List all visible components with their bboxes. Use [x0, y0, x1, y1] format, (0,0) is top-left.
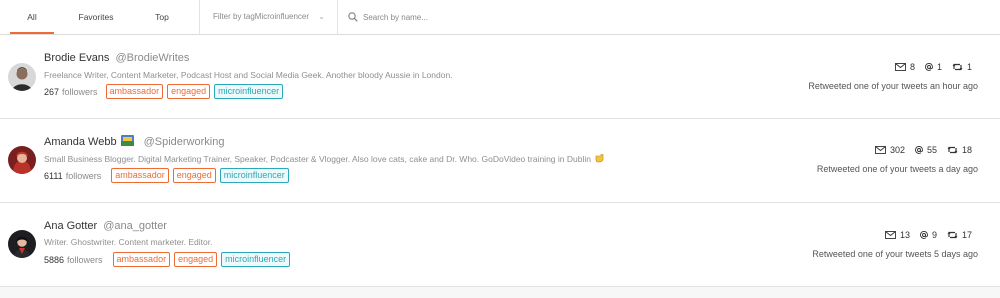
list-item[interactable]: Brodie Evans @BrodieWrites Freelance Writ…	[0, 35, 1000, 119]
avatar	[8, 63, 36, 91]
tag-badge[interactable]: engaged	[167, 84, 211, 99]
user-bio: Writer. Ghostwriter. Content marketer. E…	[44, 237, 213, 247]
retweet-icon	[952, 63, 963, 71]
retweet-icon	[947, 231, 958, 239]
user-bio: Freelance Writer, Content Marketer, Podc…	[44, 70, 453, 80]
engagement-stats: 8 1 1	[885, 62, 972, 72]
tab-favorites[interactable]: Favorites	[64, 0, 128, 34]
user-bio: Small Business Blogger. Digital Marketin…	[44, 153, 605, 164]
engagement-stats: 13 9 17	[875, 230, 972, 240]
search-box	[339, 0, 639, 34]
retweets-stat: 1	[952, 62, 972, 72]
follower-count: 267	[44, 86, 60, 97]
tag-badge[interactable]: microinfluencer	[219, 168, 289, 183]
retweets-count: 17	[961, 230, 972, 240]
filter-label: Filter by tag	[213, 12, 255, 21]
user-handle[interactable]: @ana_gotter	[103, 220, 167, 232]
envelope-icon	[874, 146, 886, 154]
user-handle[interactable]: @Spiderworking	[144, 136, 225, 148]
search-input[interactable]	[363, 8, 623, 26]
flag-icon	[120, 135, 134, 146]
search-icon	[348, 12, 358, 22]
user-name-line: Amanda Webb @Spiderworking	[44, 135, 224, 148]
followers-label: followers	[65, 170, 102, 181]
mentions-stat: 55	[915, 145, 937, 155]
chevron-down-icon: ⌄	[318, 12, 325, 21]
follower-count: 5886	[44, 254, 65, 265]
envelope-icon	[895, 63, 906, 71]
user-list: Brodie Evans @BrodieWrites Freelance Writ…	[0, 35, 1000, 287]
messages-stat: 13	[885, 230, 910, 240]
tab-top[interactable]: Top	[140, 0, 184, 34]
engagement-stats: 302 55 18	[865, 145, 972, 155]
activity-text: Retweeted one of your tweets an hour ago	[808, 81, 978, 91]
followers-label: followers	[67, 254, 103, 265]
list-item[interactable]: Ana Gotter @ana_gotter Writer. Ghostwrite…	[0, 203, 1000, 287]
retweets-stat: 18	[947, 145, 972, 155]
filter-value: Microinfluencer	[254, 12, 310, 21]
follower-count: 6111	[44, 170, 63, 181]
messages-stat: 8	[895, 62, 915, 72]
tab-all[interactable]: All	[10, 0, 54, 34]
retweets-count: 18	[961, 145, 972, 155]
messages-count: 302	[889, 145, 905, 155]
tag-badge[interactable]: microinfluencer	[221, 252, 291, 267]
tag-badge[interactable]: ambassador	[112, 252, 171, 267]
tag-badge[interactable]: engaged	[174, 252, 218, 267]
user-name-line: Brodie Evans @BrodieWrites	[44, 52, 189, 64]
user-name[interactable]: Brodie Evans	[44, 52, 109, 64]
mentions-stat: 1	[925, 62, 942, 72]
tag-filter-dropdown[interactable]: Filter by tagMicroinfluencer ⌄	[199, 0, 338, 34]
retweets-stat: 17	[947, 230, 972, 240]
activity-text: Retweeted one of your tweets a day ago	[816, 164, 978, 174]
mentions-stat: 9	[920, 230, 937, 240]
at-sign-icon	[920, 231, 928, 239]
user-name[interactable]: Ana Gotter	[44, 220, 97, 232]
user-meta: 5886 followers ambassador engaged microi…	[44, 252, 291, 267]
mentions-count: 9	[931, 230, 937, 240]
avatar	[8, 230, 36, 258]
list-item[interactable]: Amanda Webb @Spiderworking Small Business…	[0, 119, 1000, 203]
user-meta: 267 followers ambassador engaged microin…	[44, 84, 284, 99]
pointing-hand-icon	[596, 154, 604, 163]
tag-badge[interactable]: ambassador	[105, 84, 164, 99]
activity-text: Retweeted one of your tweets 5 days ago	[812, 249, 978, 259]
at-sign-icon	[925, 63, 933, 71]
user-meta: 6111 followers ambassador engaged microi…	[44, 168, 289, 183]
messages-count: 13	[899, 230, 910, 240]
user-name-line: Ana Gotter @ana_gotter	[44, 220, 167, 232]
tag-badge[interactable]: ambassador	[111, 168, 169, 183]
tag-badge[interactable]: engaged	[172, 168, 216, 183]
user-name[interactable]: Amanda Webb	[44, 136, 117, 148]
envelope-icon	[885, 231, 896, 239]
followers-label: followers	[62, 86, 98, 97]
messages-count: 8	[909, 62, 915, 72]
top-toolbar: All Favorites Top Filter by tagMicroinfl…	[0, 0, 1000, 35]
user-bio-text: Small Business Blogger. Digital Marketin…	[44, 154, 591, 164]
at-sign-icon	[915, 146, 923, 154]
user-handle[interactable]: @BrodieWrites	[115, 52, 189, 64]
retweet-icon	[947, 146, 958, 154]
mentions-count: 55	[926, 145, 937, 155]
tag-badge[interactable]: microinfluencer	[214, 84, 284, 99]
retweets-count: 1	[966, 62, 972, 72]
messages-stat: 302	[874, 145, 905, 155]
avatar	[8, 146, 36, 174]
mentions-count: 1	[936, 62, 942, 72]
